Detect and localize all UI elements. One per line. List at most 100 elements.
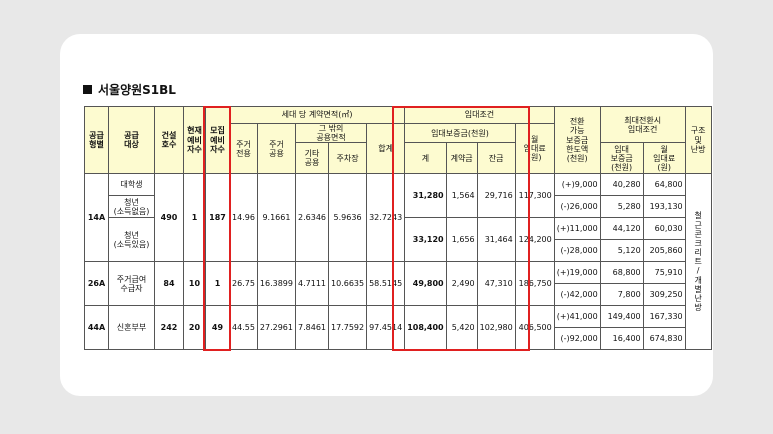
conversion-rent-cell: 60,030	[642, 217, 686, 241]
header-monthly-rent: 월 임대료 (원)	[514, 122, 555, 175]
residential-common-cell: 9.1661	[256, 173, 297, 263]
header-supply-target: 공급 대상	[108, 105, 155, 175]
header-area-group: 세대 당 계약면적(㎡)	[228, 106, 406, 124]
residential-common-cell: 27.2961	[256, 305, 297, 351]
header-balance: 잔금	[476, 142, 516, 175]
recruit-reserve-cell: 187	[205, 173, 230, 263]
residential-exclusive-cell: 14.96	[229, 173, 258, 263]
build-units-cell: 242	[154, 305, 184, 351]
bullet-square-icon	[83, 85, 92, 94]
conversion-rent-cell: 193,130	[642, 195, 686, 219]
balance-cell: 29,716	[476, 173, 516, 219]
current-reserve-cell: 10	[183, 261, 206, 307]
total-area-cell: 32.7243	[366, 173, 406, 263]
deposit-total-cell: 31,280	[404, 173, 447, 219]
conversion-limit-cell: (+)19,000	[553, 261, 601, 285]
conversion-deposit-cell: 16,400	[599, 327, 644, 351]
recruit-reserve-cell: 49	[205, 305, 230, 351]
conversion-limit-cell: (+)11,000	[553, 217, 601, 241]
conversion-limit-cell: (-)42,000	[553, 283, 601, 307]
down-payment-cell: 2,490	[445, 261, 478, 307]
header-parking: 주차장	[327, 142, 368, 175]
conversion-limit-cell: (-)26,000	[553, 195, 601, 219]
residential-exclusive-cell: 44.55	[229, 305, 258, 351]
monthly-rent-cell: 124,200	[514, 217, 555, 263]
header-conv-rent: 월 임대료 (원)	[642, 142, 686, 175]
conversion-rent-cell: 167,330	[642, 305, 686, 329]
deposit-total-cell: 33,120	[404, 217, 447, 263]
current-reserve-cell: 1	[183, 173, 206, 263]
header-max-conversion: 최대전환시 임대조건	[599, 105, 686, 144]
conversion-deposit-cell: 5,280	[599, 195, 644, 219]
header-residential-exclusive: 주거 전용	[229, 122, 258, 175]
balance-cell: 31,464	[476, 217, 516, 263]
other-common-cell: 7.8461	[295, 305, 329, 351]
supply-target-cell: 대학생	[108, 173, 155, 197]
residential-common-cell: 16.3899	[256, 261, 297, 307]
header-current-reserve: 현재 예비 자수	[183, 105, 206, 175]
build-units-cell: 84	[154, 261, 184, 307]
table-body: 14A 대학생 490 1 187 14.96 9.1661 2.6346 5.9636 32.7…	[84, 173, 712, 351]
supply-target-cell: 청년 (소득있음)	[108, 217, 155, 263]
header-conversion-limit: 전환 가능 보증금 한도액 (천원)	[553, 105, 601, 175]
conversion-rent-cell: 205,860	[642, 239, 686, 263]
conversion-limit-cell: (-)92,000	[553, 327, 601, 351]
header-deposit-group: 임대보증금(천원)	[404, 122, 516, 144]
deposit-total-cell: 49,800	[404, 261, 447, 307]
table-row: 26A 주거급여 수급자 84 10 1 26.75 16.3899 4.7111 10.6635…	[84, 261, 712, 307]
supply-target-cell: 신혼부부	[108, 305, 155, 351]
header-supply-type: 공급 형별	[84, 105, 109, 175]
down-payment-cell: 5,420	[445, 305, 478, 351]
header-total: 합계	[366, 122, 406, 175]
balance-cell: 47,310	[476, 261, 516, 307]
conversion-rent-cell: 75,910	[642, 261, 686, 285]
down-payment-cell: 1,564	[445, 173, 478, 219]
table-row: 14A 대학생 490 1 187 14.96 9.1661 2.6346 5.9636 32.7…	[84, 173, 712, 351]
build-units-cell: 490	[154, 173, 184, 263]
section-title: 서울양원S1BL	[98, 83, 176, 97]
section-heading: 서울양원S1BL	[83, 81, 176, 98]
conversion-rent-cell: 309,250	[642, 283, 686, 307]
supply-target-cell: 청년 (소득없음)	[108, 195, 155, 219]
parking-cell: 5.9636	[327, 173, 368, 263]
header-other-common-group: 그 밖의 공용면적	[294, 122, 368, 144]
residential-exclusive-cell: 26.75	[229, 261, 258, 307]
monthly-rent-cell: 117,300	[514, 173, 555, 219]
conversion-deposit-cell: 40,280	[599, 173, 644, 197]
conversion-limit-cell: (+)9,000	[553, 173, 601, 197]
conversion-deposit-cell: 149,400	[599, 305, 644, 329]
header-build-units: 건설 호수	[154, 105, 184, 175]
parking-cell: 10.6635	[327, 261, 368, 307]
header-sum: 계	[404, 142, 447, 175]
conversion-deposit-cell: 44,120	[599, 217, 644, 241]
parking-cell: 17.7592	[327, 305, 368, 351]
conversion-rent-cell: 64,800	[642, 173, 686, 197]
other-common-cell: 4.7111	[295, 261, 329, 307]
header-conv-deposit: 임대 보증금 (천원)	[599, 142, 644, 175]
total-area-cell: 97.4514	[366, 305, 406, 351]
supply-target-cell: 주거급여 수급자	[108, 261, 155, 307]
monthly-rent-cell: 406,500	[514, 305, 555, 351]
lease-table: 공급 형별 공급 대상 건설 호수 현재 예비 자수 모집 예비 자수 세대 당 계약면적(㎡…	[84, 105, 712, 351]
other-common-cell: 2.6346	[295, 173, 329, 263]
deposit-total-cell: 108,400	[404, 305, 447, 351]
header-structure: 구조 및 난방	[684, 105, 712, 175]
supply-type-cell: 14A	[84, 173, 109, 263]
balance-cell: 102,980	[476, 305, 516, 351]
conversion-deposit-cell: 7,800	[599, 283, 644, 307]
recruit-reserve-cell: 1	[205, 261, 230, 307]
header-down-payment: 계약금	[445, 142, 478, 175]
conversion-deposit-cell: 5,120	[599, 239, 644, 263]
supply-type-cell: 26A	[84, 261, 109, 307]
table-row: 44A 신혼부부 242 20 49 44.55 27.2961 7.8461 17.7592 9…	[84, 305, 712, 351]
structure-cell: 철 근 콘 크 리 트 / 개 별 난 방	[684, 173, 712, 351]
down-payment-cell: 1,656	[445, 217, 478, 263]
current-reserve-cell: 20	[183, 305, 206, 351]
conversion-limit-cell: (-)28,000	[553, 239, 601, 263]
total-area-cell: 58.5145	[366, 261, 406, 307]
conversion-rent-cell: 674,830	[642, 327, 686, 351]
header-lease-group: 임대조건	[404, 106, 555, 124]
header-other-common: 기타 공용	[295, 142, 329, 175]
conversion-deposit-cell: 68,800	[599, 261, 644, 285]
supply-type-cell: 44A	[84, 305, 109, 351]
